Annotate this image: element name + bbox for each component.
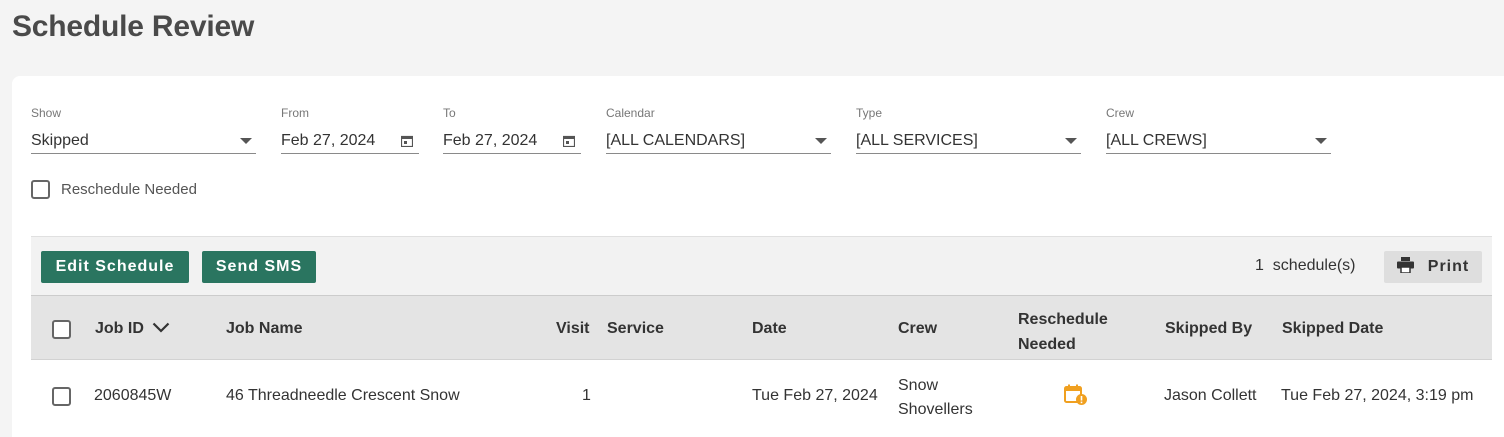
to-date-input[interactable]: Feb 27, 2024 bbox=[443, 128, 581, 154]
reschedule-needed-filter[interactable]: Reschedule Needed bbox=[31, 180, 197, 199]
column-reschedule-needed-line1: Reschedule bbox=[1018, 311, 1108, 328]
column-reschedule-needed[interactable]: Reschedule Needed bbox=[1018, 307, 1108, 357]
to-date-value: Feb 27, 2024 bbox=[443, 131, 538, 149]
column-job-id[interactable]: Job ID bbox=[95, 320, 170, 338]
table-header: Job ID Job Name Visit Service Date Crew … bbox=[31, 295, 1492, 360]
show-filter[interactable]: Show Skipped bbox=[31, 106, 256, 154]
caret-down-icon bbox=[1315, 137, 1327, 144]
cell-date: Tue Feb 27, 2024 bbox=[752, 387, 878, 404]
caret-down-icon bbox=[240, 137, 252, 144]
reschedule-needed-label: Reschedule Needed bbox=[61, 181, 197, 198]
schedule-count-unit: schedule(s) bbox=[1272, 257, 1356, 274]
cell-crew: Snow Shovellers bbox=[898, 374, 973, 422]
cell-crew-line1: Snow bbox=[898, 377, 939, 394]
type-select-value: [ALL SERVICES] bbox=[856, 131, 978, 149]
calendar-icon[interactable] bbox=[563, 135, 575, 147]
table-toolbar: Edit Schedule Send SMS 1 schedule(s) Pri… bbox=[31, 236, 1492, 295]
type-filter-label: Type bbox=[856, 106, 883, 120]
crew-filter[interactable]: Crew [ALL CREWS] bbox=[1106, 106, 1331, 154]
column-crew[interactable]: Crew bbox=[898, 320, 937, 338]
column-visit[interactable]: Visit bbox=[556, 320, 590, 338]
from-date-value: Feb 27, 2024 bbox=[281, 131, 376, 149]
calendar-filter[interactable]: Calendar [ALL CALENDARS] bbox=[606, 106, 831, 154]
show-filter-label: Show bbox=[31, 106, 62, 120]
row-select-checkbox[interactable] bbox=[52, 387, 71, 406]
calendar-alert-icon[interactable] bbox=[1064, 384, 1088, 411]
calendar-select[interactable]: [ALL CALENDARS] bbox=[606, 128, 831, 154]
printer-icon bbox=[1396, 256, 1414, 278]
type-filter[interactable]: Type [ALL SERVICES] bbox=[856, 106, 1081, 154]
column-service[interactable]: Service bbox=[607, 320, 664, 338]
show-select-value: Skipped bbox=[31, 131, 89, 149]
column-date[interactable]: Date bbox=[752, 320, 787, 338]
select-all-checkbox[interactable] bbox=[52, 320, 71, 339]
cell-skipped-date: Tue Feb 27, 2024, 3:19 pm bbox=[1281, 387, 1474, 404]
from-date-input[interactable]: Feb 27, 2024 bbox=[281, 128, 419, 154]
cell-crew-line2: Shovellers bbox=[898, 401, 973, 418]
type-select[interactable]: [ALL SERVICES] bbox=[856, 128, 1081, 154]
schedule-count: 1 schedule(s) bbox=[1255, 257, 1356, 275]
column-job-name[interactable]: Job Name bbox=[226, 320, 302, 338]
send-sms-button[interactable]: Send SMS bbox=[202, 251, 316, 283]
schedule-review-card: Show Skipped From Feb 27, 2024 To Feb 27… bbox=[12, 76, 1504, 437]
reschedule-needed-checkbox[interactable] bbox=[31, 180, 50, 199]
cell-job-name: 46 Threadneedle Crescent Snow bbox=[226, 387, 460, 404]
schedule-count-value: 1 bbox=[1255, 257, 1264, 274]
cell-job-id: 2060845W bbox=[94, 387, 172, 404]
chevron-down-icon bbox=[152, 320, 170, 338]
page-title: Schedule Review bbox=[12, 10, 255, 43]
edit-schedule-button[interactable]: Edit Schedule bbox=[41, 251, 189, 283]
column-skipped-date[interactable]: Skipped Date bbox=[1282, 320, 1383, 338]
column-reschedule-needed-line2: Needed bbox=[1018, 336, 1076, 353]
from-filter-label: From bbox=[281, 106, 309, 120]
print-button-label: Print bbox=[1427, 258, 1470, 275]
print-button[interactable]: Print bbox=[1384, 251, 1482, 283]
cell-visit: 1 bbox=[582, 387, 591, 404]
table-row[interactable]: 2060845W 46 Threadneedle Crescent Snow 1… bbox=[31, 360, 1492, 430]
column-job-id-label: Job ID bbox=[95, 320, 144, 337]
to-filter[interactable]: To Feb 27, 2024 bbox=[443, 106, 581, 154]
from-filter[interactable]: From Feb 27, 2024 bbox=[281, 106, 419, 154]
calendar-filter-label: Calendar bbox=[606, 106, 655, 120]
crew-select-value: [ALL CREWS] bbox=[1106, 131, 1207, 149]
caret-down-icon bbox=[815, 137, 827, 144]
crew-filter-label: Crew bbox=[1106, 106, 1135, 120]
show-select[interactable]: Skipped bbox=[31, 128, 256, 154]
caret-down-icon bbox=[1065, 137, 1077, 144]
calendar-select-value: [ALL CALENDARS] bbox=[606, 131, 746, 149]
calendar-icon[interactable] bbox=[401, 135, 413, 147]
to-filter-label: To bbox=[443, 106, 456, 120]
cell-skipped-by: Jason Collett bbox=[1164, 387, 1257, 404]
crew-select[interactable]: [ALL CREWS] bbox=[1106, 128, 1331, 154]
column-skipped-by[interactable]: Skipped By bbox=[1165, 320, 1252, 338]
